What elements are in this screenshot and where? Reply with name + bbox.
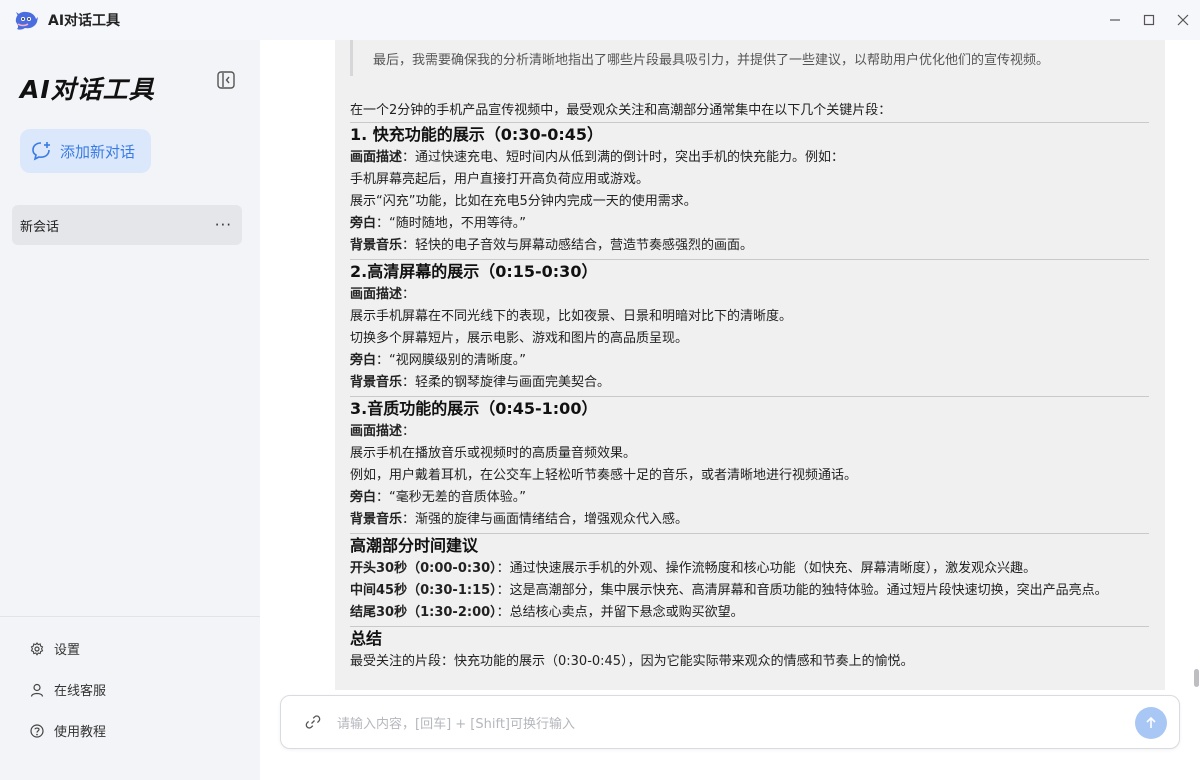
sidebar-link-settings[interactable]: 设置	[30, 639, 80, 658]
help-icon	[30, 723, 44, 738]
desc-text: ：通过快速充电、短时间内从低到满的倒计时，突出手机的快充能力。例如：	[402, 150, 845, 165]
chat-main-area: 最后，我需要确保我的分析清晰地指出了哪些片段最具吸引力，并提供了一些建议，以帮助…	[260, 40, 1200, 780]
narration-label: 旁白	[350, 490, 377, 505]
gear-icon	[30, 641, 44, 656]
section-desc-line: 画面描述：	[350, 421, 1149, 443]
section-line: 例如，用户戴着耳机，在公交车上轻松听节奏感十足的音乐，或者清晰地进行视频通话。	[350, 468, 858, 483]
climax-label: 结尾30秒（1:30-2:00）	[350, 605, 497, 620]
section-heading: 高潮部分时间建议	[350, 536, 479, 555]
narration-text: ：“随时随地，不用等待。”	[376, 216, 526, 231]
section-music-line: 背景音乐：轻柔的钢琴旋律与画面完美契合。	[350, 372, 1149, 394]
collapse-sidebar-icon[interactable]	[215, 69, 237, 91]
section-music-line: 背景音乐：轻快的电子音效与屏幕动感结合，营造节奏感强烈的画面。	[350, 235, 1149, 257]
desc-label: 画面描述	[350, 150, 403, 165]
user-icon	[30, 683, 44, 697]
section-heading: 总结	[350, 629, 383, 648]
sidebar-title: AI对话工具	[20, 75, 155, 104]
section-desc-line: 画面描述：	[350, 284, 1149, 306]
sidebar-divider	[0, 616, 260, 617]
section-narration-line: 旁白：“随时随地，不用等待。”	[350, 213, 1149, 235]
section-music-line: 背景音乐：渐强的旋律与画面情绪结合，增强观众代入感。	[350, 509, 1149, 531]
narration-label: 旁白	[350, 216, 377, 231]
sidebar-link-support[interactable]: 在线客服	[30, 680, 106, 699]
desc-label: 画面描述	[350, 287, 403, 302]
section: 3.音质功能的展示（0:45-1:00） 画面描述： 展示手机在播放音乐或视频时…	[350, 396, 1149, 531]
desc-text: ：	[402, 424, 416, 439]
chat-item-label: 新会话	[20, 219, 60, 235]
minimize-icon[interactable]	[1098, 0, 1132, 40]
section-line: 手机屏幕亮起后，用户直接打开高负荷应用或游戏。	[350, 172, 650, 187]
climax-text: ：这是高潮部分，集中展示快充、高清屏幕和音质功能的独特体验。通过短片段快速切换，…	[496, 583, 1108, 598]
sidebar-link-tutorial[interactable]: 使用教程	[30, 721, 106, 740]
app-title: AI对话工具	[48, 13, 121, 29]
section: 总结 最受关注的片段：快充功能的展示（0:30-0:45），因为它能实际带来观众…	[350, 626, 1149, 673]
section-heading: 2.高清屏幕的展示（0:15-0:30）	[350, 262, 598, 281]
scrollbar-thumb[interactable]	[1194, 669, 1199, 687]
desc-text: ：	[402, 287, 416, 302]
close-icon[interactable]	[1166, 0, 1200, 40]
app-logo-icon	[12, 6, 40, 34]
sidebar-link-label: 使用教程	[54, 725, 107, 740]
section: 2.高清屏幕的展示（0:15-0:30） 画面描述： 展示手机屏幕在不同光线下的…	[350, 259, 1149, 394]
assistant-message: 最后，我需要确保我的分析清晰地指出了哪些片段最具吸引力，并提供了一些建议，以帮助…	[335, 40, 1165, 690]
desc-label: 画面描述	[350, 424, 403, 439]
section-narration-line: 旁白：“毫秒无差的音质体验。”	[350, 487, 1149, 509]
climax-item: 结尾30秒（1:30-2:00）：总结核心卖点，并留下悬念或购买欲望。	[350, 602, 1140, 624]
section: 高潮部分时间建议 开头30秒（0:00-0:30）：通过快速展示手机的外观、操作…	[350, 533, 1149, 624]
section-line: 切换多个屏幕短片，展示电影、游戏和图片的高品质呈现。	[350, 331, 689, 346]
arrow-up-icon	[1146, 716, 1156, 728]
section-narration-line: 旁白：“视网膜级别的清晰度。”	[350, 350, 1149, 372]
section-desc-line: 画面描述：通过快速充电、短时间内从低到满的倒计时，突出手机的快充能力。例如：	[350, 147, 1149, 169]
music-label: 背景音乐	[350, 238, 403, 253]
attachment-icon[interactable]	[303, 712, 323, 732]
sidebar-link-label: 设置	[54, 643, 81, 658]
sidebar: AI对话工具 添加新对话 新会话 ··· 设置 在线客服 使用教程	[0, 40, 260, 780]
music-text: ：轻快的电子音效与屏幕动感结合，营造节奏感强烈的画面。	[402, 238, 754, 253]
section-heading: 3.音质功能的展示（0:45-1:00）	[350, 399, 598, 418]
climax-text: ：通过快速展示手机的外观、操作流畅度和核心功能（如快充、屏幕清晰度），激发观众兴…	[496, 561, 1037, 576]
message-intro: 在一个2分钟的手机产品宣传视频中，最受观众关注和高潮部分通常集中在以下几个关键片…	[350, 103, 892, 118]
reasoning-quote: 最后，我需要确保我的分析清晰地指出了哪些片段最具吸引力，并提供了一些建议，以帮助…	[350, 40, 1149, 76]
music-text: ：渐强的旋律与画面情绪结合，增强观众代入感。	[402, 512, 689, 527]
section-heading: 1. 快充功能的展示（0:30-0:45）	[350, 125, 604, 144]
title-bar: AI对话工具	[0, 0, 1200, 40]
section-line: 展示手机在播放音乐或视频时的高质量音频效果。	[350, 446, 637, 461]
new-chat-icon	[30, 140, 52, 162]
chat-list-item[interactable]: 新会话 ···	[12, 205, 242, 245]
more-options-icon[interactable]: ···	[215, 216, 232, 234]
music-label: 背景音乐	[350, 512, 403, 527]
summary-line: 最受关注的片段：快充功能的展示（0:30-0:45），因为它能实际带来观众的情感…	[350, 654, 914, 669]
narration-label: 旁白	[350, 353, 377, 368]
music-text: ：轻柔的钢琴旋律与画面完美契合。	[402, 375, 611, 390]
section-line: 展示“闪充”功能，比如在充电5分钟内完成一天的使用需求。	[350, 194, 697, 209]
window-controls	[1098, 0, 1200, 40]
narration-text: ：“毫秒无差的音质体验。”	[376, 490, 526, 505]
new-chat-button[interactable]: 添加新对话	[20, 129, 151, 173]
sidebar-link-label: 在线客服	[54, 684, 107, 699]
new-chat-label: 添加新对话	[60, 142, 136, 161]
narration-text: ：“视网膜级别的清晰度。”	[376, 353, 526, 368]
climax-label: 开头30秒（0:00-0:30）	[350, 561, 497, 576]
music-label: 背景音乐	[350, 375, 403, 390]
climax-text: ：总结核心卖点，并留下悬念或购买欲望。	[496, 605, 744, 620]
climax-item: 中间45秒（0:30-1:15）：这是高潮部分，集中展示快充、高清屏幕和音质功能…	[350, 580, 1140, 602]
climax-item: 开头30秒（0:00-0:30）：通过快速展示手机的外观、操作流畅度和核心功能（…	[350, 558, 1140, 580]
reasoning-quote-text: 最后，我需要确保我的分析清晰地指出了哪些片段最具吸引力，并提供了一些建议，以帮助…	[373, 53, 1050, 68]
message-input-placeholder[interactable]: 请输入内容，[回车] + [Shift]可换行输入	[337, 713, 575, 732]
send-button[interactable]	[1135, 707, 1167, 739]
message-input-box[interactable]: 请输入内容，[回车] + [Shift]可换行输入	[280, 695, 1180, 749]
section-line: 展示手机屏幕在不同光线下的表现，比如夜景、日景和明暗对比下的清晰度。	[350, 309, 793, 324]
maximize-icon[interactable]	[1132, 0, 1166, 40]
climax-label: 中间45秒（0:30-1:15）	[350, 583, 497, 598]
section: 1. 快充功能的展示（0:30-0:45） 画面描述：通过快速充电、短时间内从低…	[350, 122, 1149, 257]
